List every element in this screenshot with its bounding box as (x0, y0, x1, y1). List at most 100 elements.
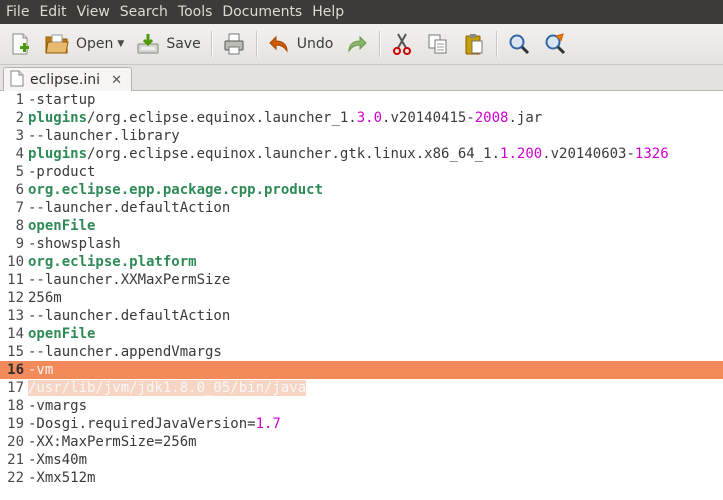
code-token: -product (28, 164, 96, 180)
editor-line[interactable]: 8 openFile (0, 217, 723, 235)
menu-documents[interactable]: Documents (217, 0, 307, 24)
line-text: -Xmx512m (28, 469, 95, 487)
line-text: -XX:MaxPermSize=256m (28, 433, 197, 451)
code-token: -Xms40m (28, 452, 88, 468)
line-text: --launcher.library (28, 127, 180, 145)
menu-view[interactable]: View (72, 0, 115, 24)
editor-line[interactable]: 12 256m (0, 289, 723, 307)
open-label: Open (76, 36, 114, 52)
code-token: plugins (28, 146, 88, 162)
line-number: 14 (7, 326, 24, 342)
cut-button[interactable] (384, 28, 420, 60)
code-token: .jar (508, 110, 543, 126)
editor-line[interactable]: 6 org.eclipse.epp.package.cpp.product (0, 181, 723, 199)
menu-file[interactable]: File (0, 0, 34, 24)
copy-button[interactable] (420, 28, 456, 60)
code-token: 1.200 (500, 146, 543, 162)
line-number: 7 (15, 200, 24, 216)
editor-line[interactable]: 5 -product (0, 163, 723, 181)
print-button[interactable] (216, 28, 252, 60)
toolbar-separator (496, 31, 498, 57)
find-button[interactable] (501, 28, 537, 60)
editor-line[interactable]: 11 --launcher.XXMaxPermSize (0, 271, 723, 289)
line-number: 8 (15, 218, 24, 234)
editor-line[interactable]: 18 -vmargs (0, 397, 723, 415)
text-editor[interactable]: 1 -startup 2 plugins/org.eclipse.equinox.la… (0, 91, 723, 500)
code-token: -vmargs (28, 398, 88, 414)
close-tab-icon[interactable]: ✕ (111, 73, 122, 88)
editor-line[interactable]: 19 -Dosgi.requiredJavaVersion=1.7 (0, 415, 723, 433)
editor-line[interactable]: 17/usr/lib/jvm/jdk1.8.0_05/bin/java (0, 379, 723, 397)
scissors-icon (390, 32, 414, 56)
line-text: --launcher.defaultAction (28, 307, 230, 325)
line-text: -Xms40m (28, 451, 87, 469)
menu-bar: File Edit View Search Tools Documents He… (0, 0, 723, 24)
toolbar: Open ▼ Save Undo (0, 24, 723, 65)
code-token: -showsplash (28, 236, 121, 252)
line-number: 1 (15, 92, 24, 108)
open-button[interactable]: Open (38, 28, 113, 60)
line-number: 6 (15, 182, 24, 198)
code-token: --launcher.library (28, 128, 180, 144)
code-token: .v20140603- (542, 146, 635, 162)
line-number: 3 (15, 128, 24, 144)
editor-line[interactable]: 1 -startup (0, 91, 723, 109)
editor-line[interactable]: 16 -vm (0, 361, 723, 379)
code-token: --launcher.defaultAction (28, 308, 231, 324)
redo-button[interactable] (339, 28, 375, 60)
line-text: --launcher.appendVmargs (28, 343, 222, 361)
tab-eclipse-ini[interactable]: eclipse.ini ✕ (3, 67, 132, 92)
editor-line[interactable]: 7 --launcher.defaultAction (0, 199, 723, 217)
editor-line[interactable]: 15 --launcher.appendVmargs (0, 343, 723, 361)
new-document-button[interactable] (0, 28, 38, 60)
menu-edit[interactable]: Edit (34, 0, 71, 24)
code-token: 3.0 (356, 110, 383, 126)
line-number: 5 (15, 164, 24, 180)
line-text: /usr/lib/jvm/jdk1.8.0_05/bin/java (28, 379, 307, 397)
save-icon (136, 32, 160, 56)
undo-button[interactable]: Undo (261, 28, 340, 60)
editor-line[interactable]: 20 -XX:MaxPermSize=256m (0, 433, 723, 451)
menu-help[interactable]: Help (307, 0, 349, 24)
line-text: -vmargs (28, 397, 87, 415)
line-text: openFile (28, 217, 95, 235)
code-token: .v20140415- (382, 110, 475, 126)
folder-open-icon (44, 32, 70, 56)
find-replace-icon (543, 32, 567, 56)
menu-tools[interactable]: Tools (173, 0, 218, 24)
paste-button[interactable] (456, 28, 492, 60)
editor-line[interactable]: 3 --launcher.library (0, 127, 723, 145)
editor-line[interactable]: 10 org.eclipse.platform (0, 253, 723, 271)
open-recent-dropdown[interactable]: ▼ (113, 39, 130, 49)
line-text: -startup (28, 91, 95, 109)
save-button[interactable]: Save (130, 28, 206, 60)
editor-line[interactable]: 21 -Xms40m (0, 451, 723, 469)
printer-icon (222, 32, 246, 56)
code-token: org.eclipse.epp.package.cpp.product (28, 182, 324, 198)
find-replace-button[interactable] (537, 28, 573, 60)
toolbar-separator (255, 31, 257, 57)
line-number: 2 (15, 110, 24, 126)
line-number: 20 (7, 434, 24, 450)
undo-label: Undo (296, 36, 334, 52)
editor-line[interactable]: 14 openFile (0, 325, 723, 343)
line-number: 19 (7, 416, 24, 432)
toolbar-separator (210, 31, 212, 57)
editor-line[interactable]: 9 -showsplash (0, 235, 723, 253)
code-token: 256m (28, 290, 62, 306)
line-text: --launcher.defaultAction (28, 199, 230, 217)
code-token: -Xmx512m (28, 470, 96, 486)
code-token: org.eclipse.platform (28, 254, 197, 270)
editor-line[interactable]: 13 --launcher.defaultAction (0, 307, 723, 325)
document-tab-strip: eclipse.ini ✕ (0, 65, 723, 92)
code-token: 2008 (474, 110, 509, 126)
editor-line[interactable]: 2 plugins/org.eclipse.equinox.launcher_1.… (0, 109, 723, 127)
editor-line[interactable]: 4 plugins/org.eclipse.equinox.launcher.gt… (0, 145, 723, 163)
line-number: 22 (7, 470, 24, 486)
editor-line[interactable]: 22 -Xmx512m (0, 469, 723, 487)
line-text: -product (28, 163, 95, 181)
line-number: 18 (7, 398, 24, 414)
menu-search[interactable]: Search (115, 0, 173, 24)
code-token: openFile (28, 326, 96, 342)
code-token: -XX:MaxPermSize=256m (28, 434, 197, 450)
